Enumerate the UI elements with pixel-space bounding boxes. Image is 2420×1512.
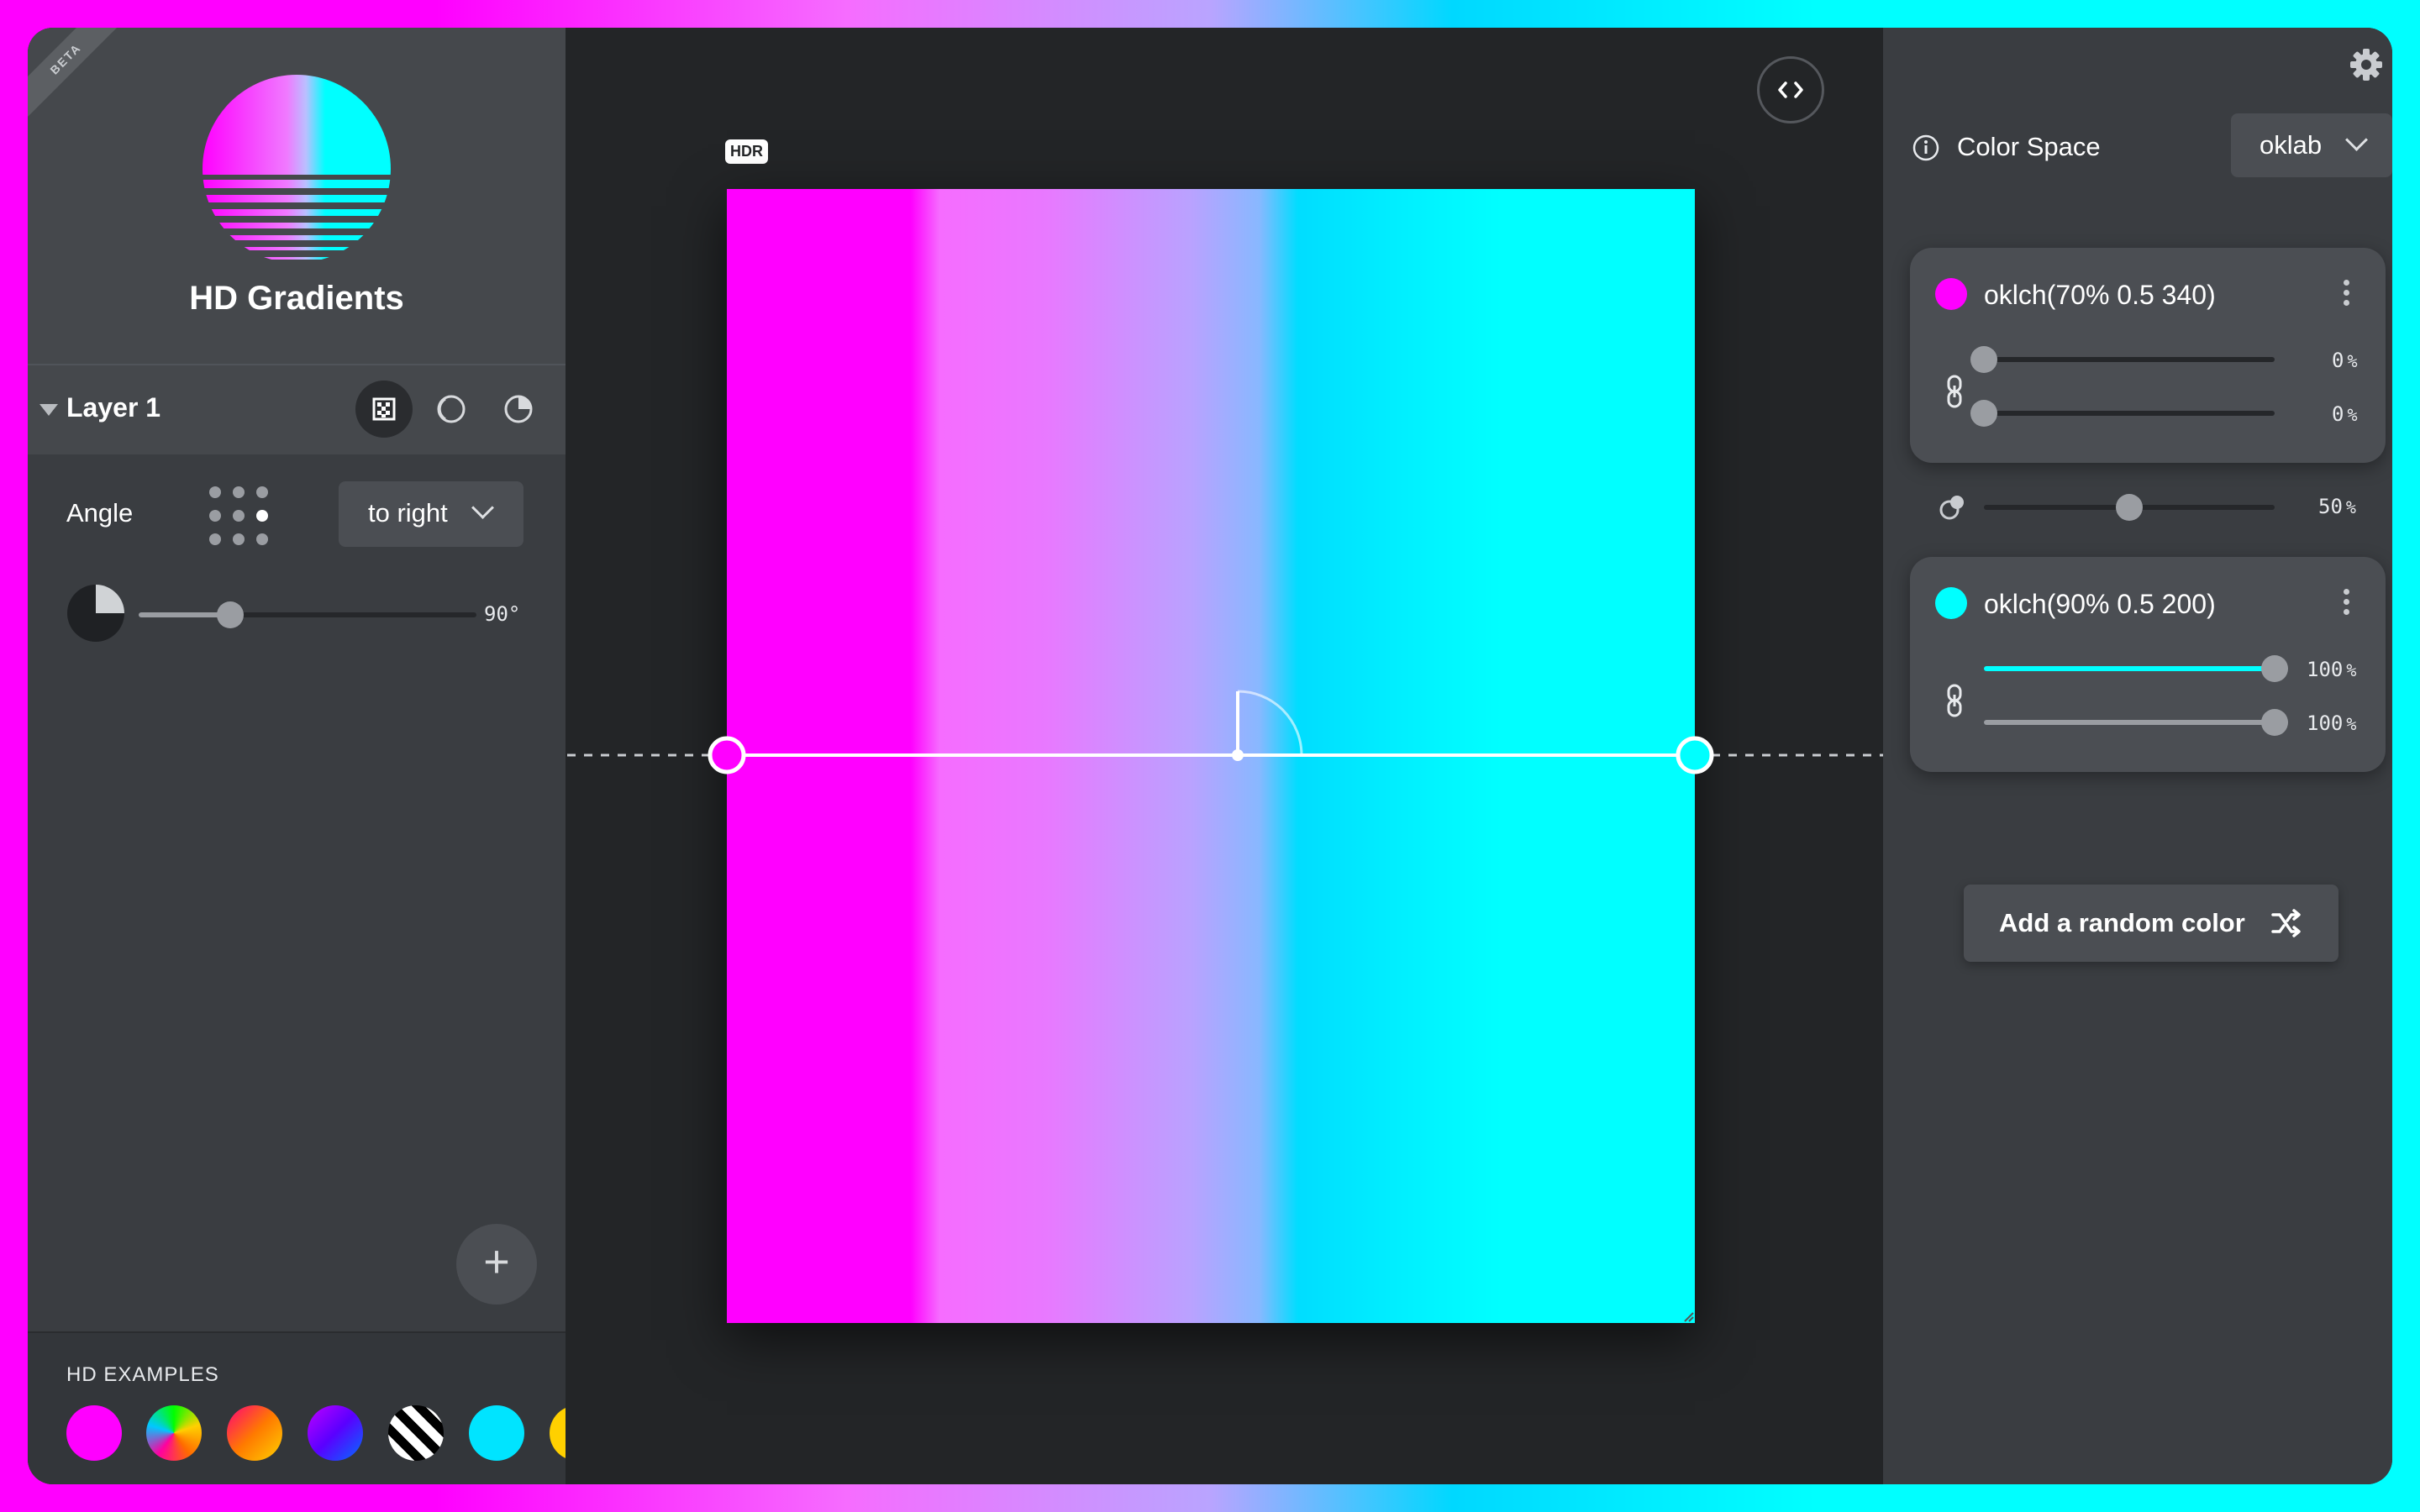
- angle-arc: [1237, 690, 1303, 756]
- direction-dot[interactable]: [256, 533, 268, 545]
- angle-value: 90°: [484, 602, 521, 626]
- right-panel: Color Space oklab oklch(70% 0.5 340) 0%: [1883, 28, 2392, 1484]
- examples-label: HD EXAMPLES: [66, 1363, 219, 1386]
- color-space-value: oklab: [2260, 130, 2323, 160]
- angle-unit: °: [508, 602, 521, 626]
- radial-gradient-icon: [437, 395, 466, 423]
- conic-gradient-tool-button[interactable]: [490, 381, 547, 438]
- stop-start-slider[interactable]: [1970, 346, 2275, 373]
- angle-pie-icon: [67, 585, 124, 642]
- direction-dot[interactable]: [233, 486, 245, 498]
- conic-gradient-icon: [504, 395, 533, 423]
- shuffle-icon: [2271, 909, 2301, 937]
- color-stop-label[interactable]: oklch(90% 0.5 200): [1984, 589, 2216, 620]
- stripes-swatch[interactable]: [388, 1405, 444, 1461]
- app-window: BETA HD Gradients Layer 1 Angle to right…: [28, 28, 2392, 1484]
- color-stop-swatch[interactable]: [1935, 587, 1967, 619]
- sunset-swatch[interactable]: [227, 1405, 282, 1461]
- stop-end-value: 100%: [2307, 711, 2357, 735]
- info-icon[interactable]: [1912, 134, 1940, 162]
- gradient-center-handle[interactable]: [1232, 749, 1244, 761]
- stop-end-slider-fill: [1984, 720, 2275, 725]
- direction-grid[interactable]: [209, 486, 268, 545]
- direction-dot[interactable]: [209, 486, 221, 498]
- direction-select-value: to right: [368, 498, 448, 528]
- stop-start-slider-fill: [1984, 666, 2275, 671]
- add-layer-button[interactable]: +: [456, 1224, 537, 1305]
- color-space-label: Color Space: [1957, 132, 2101, 161]
- layer-name: Layer 1: [66, 392, 161, 423]
- color-space-select[interactable]: oklab: [2231, 113, 2392, 177]
- direction-dot[interactable]: [233, 533, 245, 545]
- radial-gradient-tool-button[interactable]: [423, 381, 480, 438]
- stop-start-thumb[interactable]: [2261, 655, 2288, 682]
- collapse-caret-icon[interactable]: [39, 404, 58, 416]
- gradient-line-overlay: [567, 690, 1883, 1322]
- direction-select[interactable]: to right: [339, 481, 523, 547]
- midpoint-icon: [1939, 496, 1964, 520]
- stop-end-slider[interactable]: [1970, 400, 2275, 427]
- color-stop-label[interactable]: oklch(70% 0.5 340): [1984, 280, 2216, 311]
- beta-ribbon: BETA: [28, 28, 127, 120]
- midpoint-slider[interactable]: [1984, 494, 2275, 521]
- linear-gradient-tool-button[interactable]: [355, 381, 413, 438]
- link-icon[interactable]: [1945, 683, 1964, 718]
- stop-end-value: 0%: [2332, 402, 2358, 426]
- angle-slider[interactable]: [139, 601, 476, 628]
- add-random-color-button[interactable]: Add a random color: [1964, 885, 2338, 962]
- stop-end-slider[interactable]: [1984, 709, 2288, 736]
- angle-slider-thumb[interactable]: [216, 601, 244, 628]
- midpoint-thumb[interactable]: [2116, 494, 2143, 521]
- gradient-end-handle[interactable]: [1676, 736, 1714, 774]
- examples-section: HD EXAMPLES: [28, 1331, 605, 1484]
- midpoint-value: 50%: [2318, 495, 2356, 518]
- chevron-down-icon: [2345, 129, 2368, 151]
- stop-end-thumb[interactable]: [2261, 709, 2288, 736]
- direction-dot[interactable]: [209, 510, 221, 522]
- color-stop-card: oklch(70% 0.5 340) 0% 0%: [1910, 248, 2386, 463]
- more-options-icon[interactable]: [2344, 589, 2350, 619]
- direction-dot[interactable]: [209, 533, 221, 545]
- brand-header: BETA HD Gradients: [28, 28, 566, 364]
- app-title: HD Gradients: [189, 280, 404, 317]
- direction-dot-selected[interactable]: [256, 510, 268, 522]
- direction-dot[interactable]: [233, 510, 245, 522]
- direction-dot[interactable]: [256, 486, 268, 498]
- color-stop-swatch[interactable]: [1935, 278, 1967, 310]
- sunset-logo-icon: [203, 75, 391, 260]
- layer-header[interactable]: Layer 1: [28, 364, 566, 454]
- cyan-swatch[interactable]: [469, 1405, 524, 1461]
- stop-start-slider[interactable]: [1984, 655, 2288, 682]
- gradient-start-handle[interactable]: [708, 736, 746, 774]
- stop-start-thumb[interactable]: [1970, 346, 1997, 373]
- stop-start-value: 100%: [2307, 658, 2357, 681]
- left-panel: BETA HD Gradients Layer 1 Angle to right…: [28, 28, 605, 1484]
- violet-blue-swatch[interactable]: [308, 1405, 363, 1461]
- stop-start-value: 0%: [2332, 349, 2358, 372]
- magenta-swatch[interactable]: [66, 1405, 122, 1461]
- angle-label: Angle: [66, 498, 134, 528]
- resize-grip-icon[interactable]: [1684, 1312, 1694, 1322]
- color-stop-card: oklch(90% 0.5 200) 100% 100%: [1910, 557, 2386, 772]
- gear-icon[interactable]: [2348, 46, 2385, 83]
- more-options-icon[interactable]: [2344, 280, 2350, 310]
- linear-gradient-icon: [372, 397, 396, 421]
- rainbow-swatch[interactable]: [146, 1405, 202, 1461]
- stop-end-thumb[interactable]: [1970, 400, 1997, 427]
- canvas-area: HDR: [566, 28, 1883, 1484]
- link-icon[interactable]: [1945, 374, 1964, 409]
- add-random-color-label: Add a random color: [1999, 908, 2245, 937]
- chevron-down-icon: [471, 496, 494, 519]
